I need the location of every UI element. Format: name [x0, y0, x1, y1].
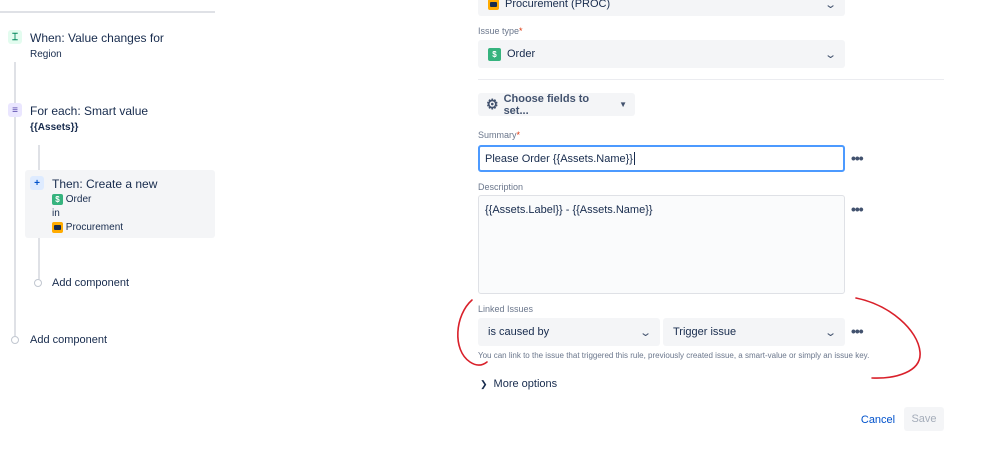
annotation-right-bracket — [855, 297, 921, 379]
annotation-overlay — [457, 297, 921, 379]
annotation-left-bracket — [457, 299, 488, 366]
more-options-label: More options — [493, 378, 558, 390]
save-button[interactable]: Save — [904, 407, 944, 431]
chevron-right-icon: ❯ — [480, 379, 488, 389]
cancel-button[interactable]: Cancel — [857, 410, 899, 430]
more-options-toggle[interactable]: ❯ More options — [480, 378, 557, 390]
